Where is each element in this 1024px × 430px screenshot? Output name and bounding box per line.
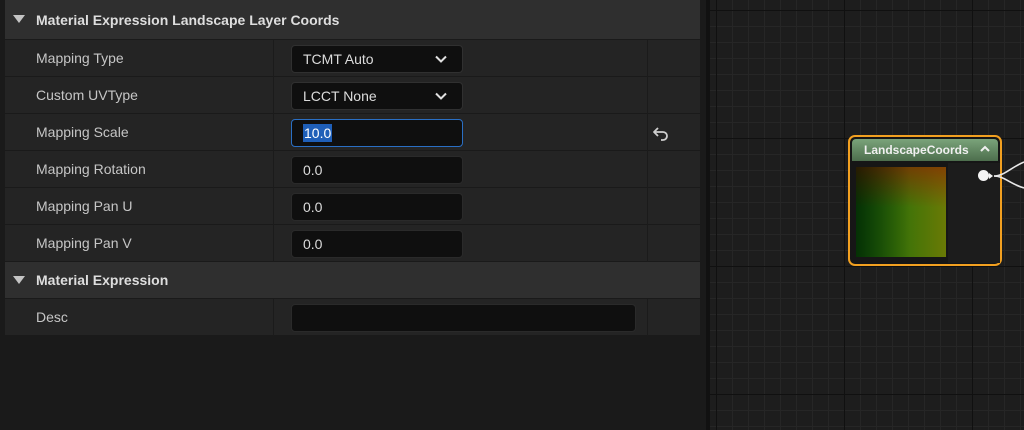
node-title: LandscapeCoords (864, 143, 969, 157)
category-header-landscape-layer-coords[interactable]: Material Expression Landscape Layer Coor… (5, 0, 700, 40)
property-row-mapping-pan-v: Mapping Pan V 0.0 (5, 225, 700, 262)
column-divider (647, 299, 648, 336)
property-label: Mapping Type (36, 50, 124, 66)
panel-splitter[interactable] (706, 0, 710, 430)
column-divider[interactable] (273, 114, 274, 151)
mapping-type-dropdown[interactable]: TCMT Auto (291, 45, 463, 73)
reset-to-default-icon[interactable] (652, 125, 670, 141)
selected-value-text: 10.0 (303, 124, 333, 142)
property-row-mapping-rotation: Mapping Rotation 0.0 (5, 151, 700, 188)
column-divider (647, 77, 648, 114)
triangle-down-icon[interactable] (13, 276, 25, 284)
column-divider (647, 114, 648, 151)
property-label: Mapping Scale (36, 124, 129, 140)
category-title: Material Expression Landscape Layer Coor… (36, 11, 340, 28)
connection-wire[interactable] (990, 160, 1024, 190)
category-header-material-expression[interactable]: Material Expression (5, 262, 700, 299)
triangle-down-icon[interactable] (13, 15, 25, 23)
mapping-scale-input[interactable]: 10.0 (291, 119, 463, 147)
chevron-up-icon[interactable] (980, 144, 990, 154)
property-label: Mapping Pan V (36, 235, 132, 251)
property-label: Mapping Rotation (36, 161, 146, 177)
input-value: 0.0 (303, 199, 323, 215)
mapping-pan-v-input[interactable]: 0.0 (291, 230, 463, 258)
input-value: 0.0 (303, 162, 323, 178)
column-divider[interactable] (273, 299, 274, 336)
column-divider[interactable] (273, 40, 274, 77)
property-label: Desc (36, 309, 68, 325)
column-divider[interactable] (273, 188, 274, 225)
chevron-down-icon (435, 55, 447, 63)
property-label: Custom UVType (36, 87, 138, 103)
landscape-coords-node[interactable]: LandscapeCoords (848, 135, 1002, 266)
input-value: 0.0 (303, 236, 323, 252)
details-panel: Material Expression Landscape Layer Coor… (0, 0, 706, 430)
property-row-mapping-pan-u: Mapping Pan U 0.0 (5, 188, 700, 225)
mapping-pan-u-input[interactable]: 0.0 (291, 193, 463, 221)
output-pin-icon[interactable] (978, 170, 989, 181)
column-divider (647, 151, 648, 188)
node-preview-thumbnail (856, 167, 946, 257)
dropdown-value: TCMT Auto (303, 51, 374, 67)
column-divider[interactable] (273, 151, 274, 188)
property-row-mapping-scale: Mapping Scale 10.0 (5, 114, 700, 151)
property-label: Mapping Pan U (36, 198, 133, 214)
column-divider[interactable] (273, 77, 274, 114)
node-header[interactable]: LandscapeCoords (852, 139, 998, 161)
desc-text-input[interactable] (291, 304, 636, 332)
category-title: Material Expression (36, 272, 169, 288)
dropdown-value: LCCT None (303, 88, 377, 104)
custom-uvtype-dropdown[interactable]: LCCT None (291, 82, 463, 110)
property-row-custom-uvtype: Custom UVType LCCT None (5, 77, 700, 114)
property-row-desc: Desc (5, 299, 700, 336)
preview-shade (856, 167, 946, 257)
column-divider (647, 188, 648, 225)
mapping-rotation-input[interactable]: 0.0 (291, 156, 463, 184)
column-divider (647, 225, 648, 262)
column-divider[interactable] (273, 225, 274, 262)
chevron-down-icon (435, 92, 447, 100)
property-row-mapping-type: Mapping Type TCMT Auto (5, 40, 700, 77)
column-divider (647, 40, 648, 77)
